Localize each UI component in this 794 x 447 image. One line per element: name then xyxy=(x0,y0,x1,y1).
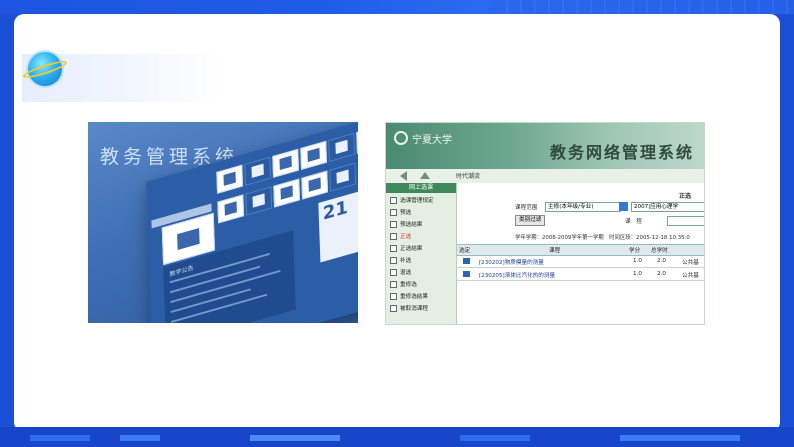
sidebar-item-label: 选课管理规定 xyxy=(400,198,434,204)
tile-icon xyxy=(356,124,358,155)
sidebar-item[interactable]: 重修选 xyxy=(390,280,417,288)
col-credit: 学分 xyxy=(629,248,641,254)
tile-icon xyxy=(272,148,300,178)
university-logo-icon xyxy=(394,131,408,145)
sidebar-item-label: 退选 xyxy=(400,270,412,276)
sidebar-item[interactable]: 选课管理规定 xyxy=(390,196,434,204)
filter-button[interactable]: 类别过滤 xyxy=(515,215,546,226)
decor-bar xyxy=(620,435,740,441)
course-scope-select[interactable]: 主修(本年级/专业) xyxy=(545,202,621,212)
system-banner: 宁夏大学 教务网络管理系统 xyxy=(386,123,704,169)
back-arrow-icon[interactable] xyxy=(400,171,407,181)
left-photo-teaching-system: 教务管理系统 教学公告 21 xyxy=(88,122,358,323)
select-icon[interactable] xyxy=(463,271,470,277)
decor-bar xyxy=(120,435,160,441)
table-row[interactable]: [230202]物质模量的测量 1.0 2.0 公共基 xyxy=(457,255,704,268)
tile-icon xyxy=(300,140,328,170)
slide-card: 教务管理系统 教学公告 21 宁夏大学 教务网络管理系统 时代潮流 网上选课 选… xyxy=(14,14,780,432)
credit-cell: 1.0 xyxy=(633,271,642,277)
checkbox-icon xyxy=(390,209,397,216)
checkbox-icon xyxy=(390,221,397,228)
tile-icon xyxy=(245,186,273,216)
checkbox-icon xyxy=(390,197,397,204)
up-arrow-icon[interactable] xyxy=(420,172,430,179)
main-panel: 正选 课程范围 主修(本年级/专业) 2007|应用心理学 类别过滤 课 程 学… xyxy=(457,183,704,324)
sidebar-heading: 网上选课 xyxy=(386,183,456,193)
sidebar-item-label: 预选 xyxy=(400,210,412,216)
calendar-day: 21 xyxy=(322,196,349,225)
type-cell: 公共基 xyxy=(682,273,699,279)
bottom-decor-band xyxy=(0,427,794,447)
tile-icon xyxy=(216,164,244,194)
dropdown-arrow-icon[interactable] xyxy=(619,202,628,211)
course-label: 课 程 xyxy=(625,219,642,225)
course-scope-label: 课程范围 xyxy=(515,205,538,211)
course-input[interactable] xyxy=(667,216,704,226)
tile-icon xyxy=(328,132,355,163)
checkbox-icon xyxy=(390,245,397,252)
checkbox-icon xyxy=(390,233,397,240)
hours-cell: 2.0 xyxy=(657,271,666,277)
tile-icon xyxy=(217,194,245,224)
sidebar-item-active[interactable]: 正选 xyxy=(390,232,411,240)
course-select[interactable]: 2007|应用心理学 xyxy=(631,202,704,212)
col-hours: 总学时 xyxy=(651,248,668,254)
checkbox-icon xyxy=(390,257,397,264)
section-title: 正选 xyxy=(679,193,692,200)
sidebar-item-label: 正选 xyxy=(400,234,412,240)
decor-bar xyxy=(30,435,90,441)
right-photo-course-system: 宁夏大学 教务网络管理系统 时代潮流 网上选课 选课管理规定 预选 预选结果 正… xyxy=(385,122,705,325)
sidebar-item[interactable]: 被取消课程 xyxy=(390,304,428,312)
calendar-widget: 21 xyxy=(318,183,358,263)
sidebar-item[interactable]: 重修选结果 xyxy=(390,292,428,300)
term-info: 学年学期：2008-2009学年第一学期 时间区段：2005-12-18 10:… xyxy=(515,235,690,241)
checkbox-icon xyxy=(390,281,397,288)
sidebar-item-label: 重修选 xyxy=(400,282,417,288)
nav-bar: 时代潮流 xyxy=(386,169,704,184)
system-title: 教务网络管理系统 xyxy=(549,143,694,162)
sidebar-item[interactable]: 补选 xyxy=(390,256,411,264)
sidebar-item[interactable]: 正选结果 xyxy=(390,244,422,252)
checkbox-icon xyxy=(390,305,397,312)
credit-cell: 1.0 xyxy=(633,258,642,264)
table-row[interactable]: [230205]滚体比汽化热的测量 1.0 2.0 公共基 xyxy=(457,268,704,281)
sidebar-item[interactable]: 预选结果 xyxy=(390,220,422,228)
decor-bar xyxy=(460,435,530,441)
university-name: 宁夏大学 xyxy=(412,135,452,146)
col-course: 课程 xyxy=(549,248,561,254)
sidebar-item-label: 正选结果 xyxy=(400,246,423,252)
tile-icon xyxy=(244,156,272,186)
course-cell[interactable]: [230205]滚体比汽化热的测量 xyxy=(479,271,555,279)
checkbox-icon xyxy=(390,293,397,300)
sidebar-item-label: 被取消课程 xyxy=(400,306,428,312)
sidebar-item-label: 预选结果 xyxy=(400,222,423,228)
sidebar-item-label: 补选 xyxy=(400,258,412,264)
tile-icon xyxy=(329,162,357,192)
course-cell[interactable]: [230202]物质模量的测量 xyxy=(479,258,544,266)
nav-title: 时代潮流 xyxy=(456,173,481,180)
checkbox-icon xyxy=(390,269,397,276)
globe-icon xyxy=(28,52,62,86)
tile-icon xyxy=(301,170,329,200)
select-icon[interactable] xyxy=(463,258,470,264)
sidebar-item[interactable]: 退选 xyxy=(390,268,411,276)
type-cell: 公共基 xyxy=(682,260,699,266)
sidebar-item-label: 重修选结果 xyxy=(400,294,428,300)
sidebar: 网上选课 选课管理规定 预选 预选结果 正选 正选结果 补选 退选 重修选 重修… xyxy=(386,183,457,324)
tile-icon xyxy=(273,178,301,208)
sidebar-item[interactable]: 预选 xyxy=(390,208,411,216)
circuit-decor xyxy=(494,0,794,14)
decor-bar xyxy=(250,435,340,441)
col-select: 选定 xyxy=(459,248,471,254)
hours-cell: 2.0 xyxy=(657,258,666,264)
